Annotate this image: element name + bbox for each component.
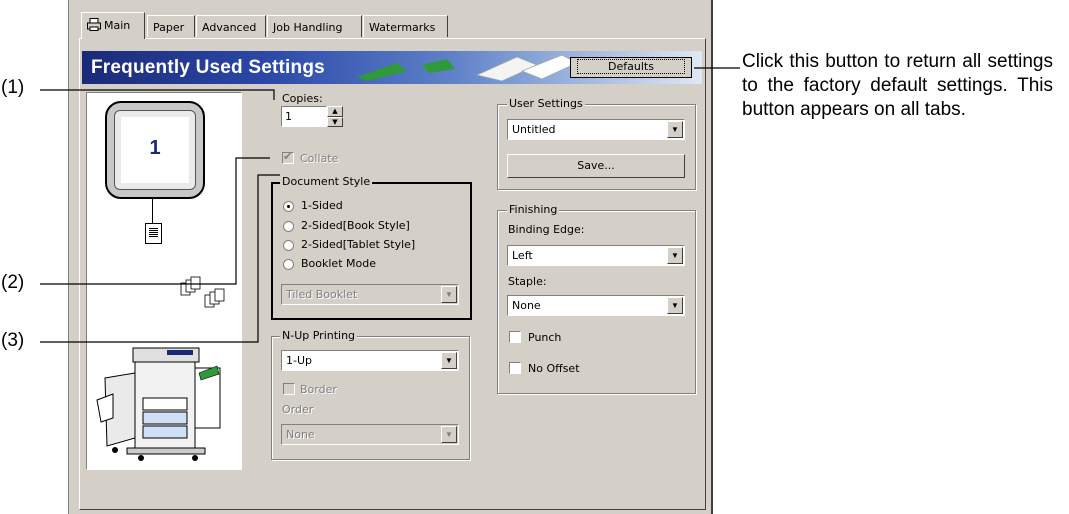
- callout-3-label: (3): [1, 330, 25, 351]
- printer-icon: [87, 18, 101, 34]
- defaults-description: Click this button to return all settings…: [742, 51, 1053, 120]
- tab-main-label: Main: [104, 19, 131, 32]
- callout-2-label: (2): [1, 272, 25, 293]
- callout-1-label: (1): [1, 77, 25, 98]
- tab-main[interactable]: Main: [81, 12, 145, 39]
